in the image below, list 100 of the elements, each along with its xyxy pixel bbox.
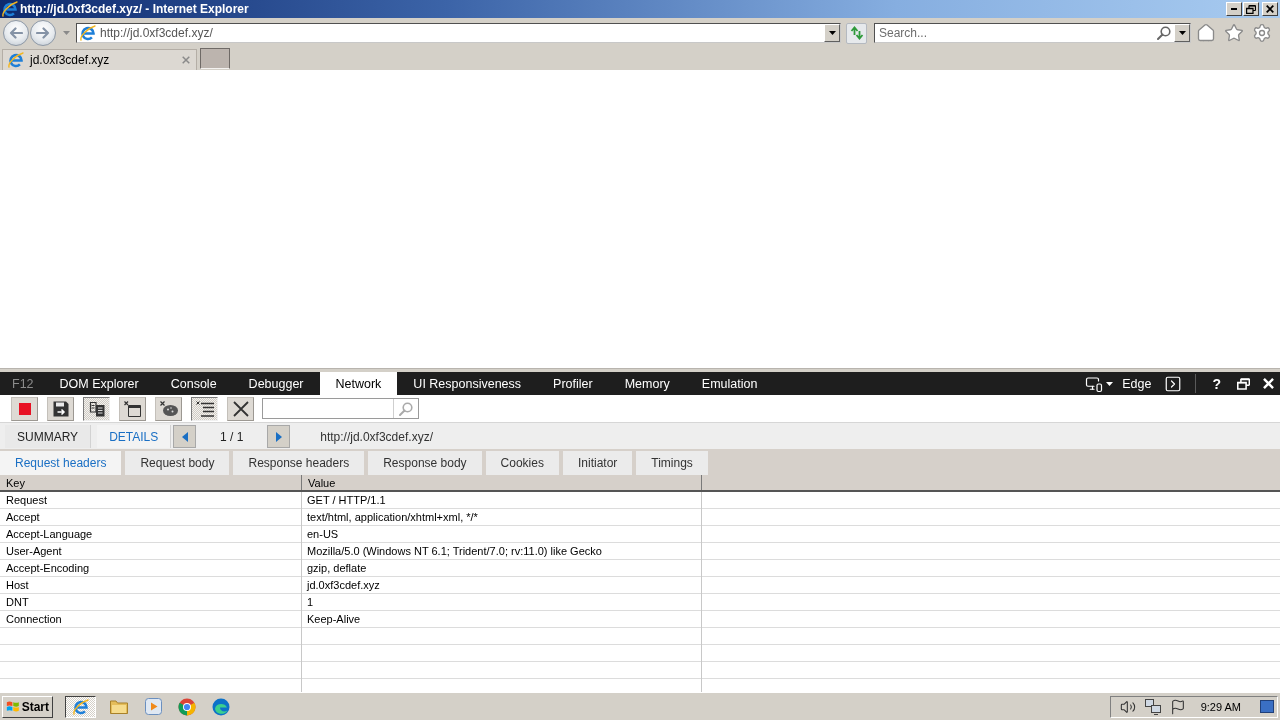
devtools-tab[interactable]: Emulation (685, 372, 774, 395)
cookie-icon (159, 401, 178, 416)
clear-cache-button[interactable] (119, 396, 146, 421)
edge-logo-icon (212, 697, 230, 716)
detail-tab[interactable]: Request headers (0, 451, 122, 475)
detail-tab[interactable]: Response headers (233, 451, 365, 475)
ie-logo-icon (72, 698, 89, 715)
arrow-left-icon (9, 27, 23, 39)
flag-icon[interactable] (1169, 698, 1186, 715)
next-button[interactable] (267, 425, 291, 448)
ie-logo-icon (2, 1, 18, 17)
arrow-right-icon (36, 27, 50, 39)
minimize-icon (1231, 8, 1237, 10)
close-button[interactable] (1262, 2, 1278, 16)
filter-box[interactable] (262, 398, 419, 419)
devtools-label: F12 (11, 375, 35, 393)
play-icon (144, 698, 162, 715)
minimize-button[interactable] (1226, 2, 1242, 16)
refresh-button[interactable] (846, 22, 867, 44)
table-cell-text: en-US (306, 527, 340, 542)
table-cell-text: Host (5, 578, 30, 593)
search-field[interactable]: Search... (875, 24, 1154, 42)
table-cell-text: 1 (306, 595, 315, 610)
document-mode-dropdown[interactable]: Edge (1085, 373, 1152, 394)
ie-logo-icon (80, 25, 96, 41)
console-icon[interactable] (1164, 374, 1183, 393)
dropdown-button[interactable] (1174, 24, 1190, 42)
devtools-tab[interactable]: Debugger (232, 372, 320, 395)
table-cell-text: DNT (5, 595, 30, 610)
windows-logo-icon (6, 699, 20, 714)
browser-taskbar-button[interactable] (65, 695, 96, 718)
browser-tab[interactable]: jd.0xf3cdef.xyz (2, 49, 197, 70)
save-button[interactable] (47, 396, 74, 421)
back-button[interactable] (3, 20, 29, 46)
devtools-tab[interactable]: Memory (608, 372, 686, 395)
table-cell-text: User-Agent (5, 544, 63, 559)
x-icon (232, 400, 249, 417)
stop-icon (18, 402, 31, 415)
column-header: Key (0, 475, 302, 490)
star-icon[interactable] (1224, 23, 1244, 43)
floppy-icon (52, 400, 69, 417)
refresh-toggle[interactable] (83, 396, 110, 421)
request-counter: 1 / 1 (219, 429, 245, 444)
devtools-tab[interactable]: Console (154, 372, 233, 395)
table-cell-text: Keep-Alive (306, 612, 362, 627)
documents-icon (88, 400, 105, 417)
settings-icon[interactable] (1252, 23, 1272, 43)
detail-tab[interactable]: Request body (125, 451, 230, 475)
clock: 9:29 AM (1200, 700, 1241, 713)
refresh-icon (849, 26, 864, 40)
search-icon[interactable] (1157, 26, 1171, 40)
previous-button[interactable] (173, 425, 197, 448)
triangle-left-icon (181, 431, 188, 442)
devtools-tab[interactable]: DOM Explorer (43, 372, 155, 395)
view-tab[interactable]: DETAILS (97, 425, 172, 448)
column-header: Value (302, 475, 702, 490)
table-cell-text: jd.0xf3cdef.xyz (305, 578, 381, 593)
table-cell-text: text/html, application/xhtml+xml, */* (306, 510, 479, 525)
devtools-tab[interactable]: Network (319, 372, 398, 395)
view-tab[interactable]: SUMMARY (5, 425, 92, 448)
detail-tab[interactable]: Cookies (485, 451, 559, 475)
devtools-tab[interactable]: Profiler (537, 372, 609, 395)
table-cell-text: Connection (5, 612, 63, 627)
table-cell-text: GET / HTTP/1.1 (306, 493, 387, 508)
table-cell-text: Accept-Encoding (5, 561, 91, 576)
clear-entries-toggle[interactable] (191, 396, 218, 421)
detail-tab[interactable]: Initiator (562, 451, 633, 475)
window-title: http://jd.0xf3cdef.xyz/ - Internet Explorer (20, 2, 249, 16)
triangle-right-icon (275, 431, 282, 442)
folder-icon (110, 699, 128, 714)
caret-icon (1178, 31, 1186, 35)
close-icon (1266, 5, 1274, 13)
request-url: http://jd.0xf3cdef.xyz/ (320, 429, 433, 444)
table-cell-text: gzip, deflate (306, 561, 368, 576)
start-button[interactable]: Start (2, 695, 53, 718)
table-cell-text: Mozilla/5.0 (Windows NT 6.1; Trident/7.0; rv:11.0) like Gecko (306, 544, 603, 559)
search-box[interactable]: Search... (874, 23, 1191, 43)
speaker-icon[interactable] (1119, 698, 1136, 715)
help-button[interactable]: ? (1209, 373, 1224, 394)
devtools-tab[interactable]: UI Responsiveness (397, 372, 538, 395)
chrome-logo-icon (178, 697, 196, 716)
stop-button[interactable] (11, 396, 38, 421)
restore-button[interactable] (1243, 2, 1259, 16)
caret-icon (828, 31, 836, 35)
clear-button[interactable] (227, 396, 254, 421)
new-tab-button[interactable] (200, 48, 230, 69)
list-icon (195, 400, 214, 417)
restore-icon (1246, 4, 1256, 14)
window-x-icon (124, 400, 141, 417)
network-icon[interactable] (1144, 698, 1161, 715)
detail-tab[interactable]: Timings (636, 451, 708, 475)
detail-tab[interactable]: Response body (368, 451, 482, 475)
caret-icon (1106, 381, 1114, 386)
device-icon (1085, 374, 1104, 393)
restore-icon[interactable] (1237, 377, 1250, 390)
forward-button[interactable] (30, 20, 56, 46)
home-icon[interactable] (1196, 23, 1216, 43)
dropdown-button[interactable] (824, 24, 840, 42)
table-cell-text: Request (5, 493, 48, 508)
clear-cookies-button[interactable] (155, 396, 182, 421)
